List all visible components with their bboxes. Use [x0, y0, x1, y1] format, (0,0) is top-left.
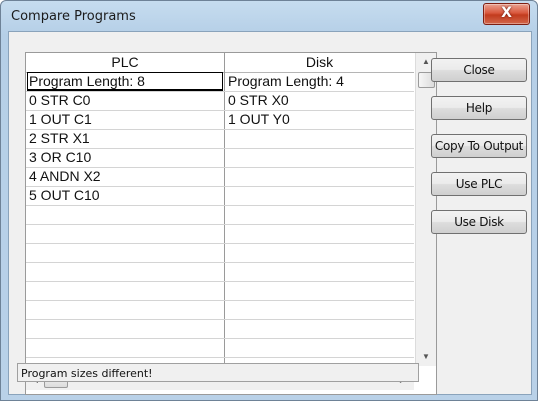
copy-to-output-button[interactable]: Copy To Output [431, 134, 527, 158]
row-line [26, 357, 414, 358]
disk-cell[interactable]: 0 STR X0 [228, 91, 412, 110]
row-line [26, 262, 414, 263]
disk-cell[interactable] [228, 148, 412, 167]
row-line [26, 205, 414, 206]
use-disk-button[interactable]: Use Disk [431, 210, 527, 234]
row-line [26, 338, 414, 339]
scroll-down-arrow-icon[interactable]: ▼ [416, 348, 436, 366]
help-button[interactable]: Help [431, 96, 527, 120]
plc-cell[interactable]: 4 ANDN X2 [29, 167, 223, 186]
status-message: Program sizes different! [17, 363, 419, 382]
row-line [26, 319, 414, 320]
disk-cell[interactable]: Program Length: 4 [228, 72, 412, 91]
disk-cell[interactable] [228, 129, 412, 148]
row-line [26, 243, 414, 244]
disk-cell[interactable] [228, 167, 412, 186]
plc-cell[interactable]: 3 OR C10 [29, 148, 223, 167]
disk-cell[interactable] [228, 186, 412, 205]
compare-grid[interactable]: PLC Disk Program Length: 8 0 STR C0 1 OU… [25, 52, 437, 395]
window-title: Compare Programs [11, 9, 136, 24]
close-button[interactable]: Close [431, 58, 527, 82]
column-header-disk[interactable]: Disk [225, 53, 414, 73]
column-header-plc[interactable]: PLC [26, 53, 224, 73]
window-close-button[interactable]: X [483, 3, 530, 25]
plc-cell[interactable]: 0 STR C0 [29, 91, 223, 110]
plc-cell[interactable]: 2 STR X1 [29, 129, 223, 148]
disk-cell[interactable]: 1 OUT Y0 [228, 110, 412, 129]
row-line [26, 224, 414, 225]
use-plc-button[interactable]: Use PLC [431, 172, 527, 196]
plc-cell[interactable]: 5 OUT C10 [29, 186, 223, 205]
row-line [26, 281, 414, 282]
close-x-icon: X [501, 5, 512, 21]
plc-cell[interactable]: 1 OUT C1 [29, 110, 223, 129]
row-line [26, 300, 414, 301]
dialog-client-area: PLC Disk Program Length: 8 0 STR C0 1 OU… [8, 31, 532, 395]
plc-cell[interactable]: Program Length: 8 [29, 72, 223, 91]
compare-programs-window: Compare Programs X PLC Disk Program Leng… [0, 0, 538, 401]
